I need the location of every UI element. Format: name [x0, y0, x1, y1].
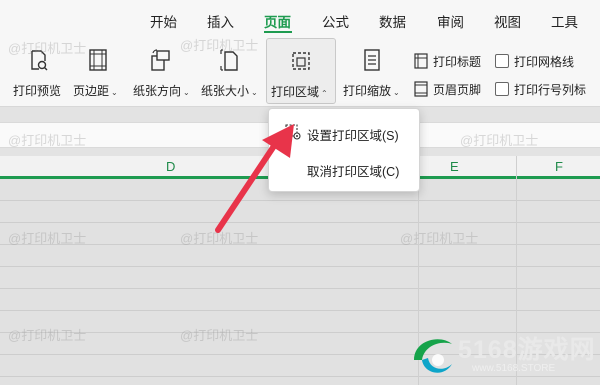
column-header-label: D [166, 159, 176, 174]
logo-icon [414, 339, 452, 373]
column-header-e[interactable]: E [419, 156, 516, 177]
print-titles-label: 打印标题 [433, 54, 482, 69]
print-titles-icon [414, 53, 428, 69]
column-header-label: E [450, 159, 459, 174]
tab-data[interactable]: 数据 [379, 11, 406, 31]
logo-text: 5168游戏网 [458, 336, 596, 364]
site-logo: 5168游戏网 www.5168.STORE [400, 326, 600, 385]
tab-insert[interactable]: 插入 [207, 11, 234, 31]
tab-formulas[interactable]: 公式 [322, 11, 349, 31]
chevron-up-icon: ⌃ [321, 89, 328, 98]
watermark-text: @打印机卫士 [460, 133, 539, 148]
active-tab-indicator [264, 31, 292, 33]
watermark-text: @打印机卫士 [8, 133, 87, 148]
print-area-icon [292, 52, 310, 70]
print-titles-button[interactable]: 打印标题 [413, 51, 481, 71]
checkbox-unchecked-icon[interactable] [495, 82, 509, 96]
print-area-button[interactable]: 打印区域 ⌃ [266, 38, 336, 104]
margins-label: 页边距 [73, 84, 110, 98]
orientation-label: 纸张方向 [133, 84, 182, 98]
ribbon-tab-bar: 开始 插入 页面 公式 数据 审阅 视图 工具 [0, 0, 600, 36]
print-gridlines-label: 打印网格线 [514, 54, 575, 69]
header-footer-label: 页眉页脚 [433, 82, 482, 97]
watermark-text: @打印机卫士 [8, 231, 87, 246]
annotation-arrow-icon [215, 124, 294, 233]
chevron-down-icon: ⌄ [393, 88, 400, 97]
print-row-col-headers-checkbox[interactable]: 打印行号列标 [495, 79, 586, 99]
print-scale-icon [364, 49, 380, 71]
watermark-text: @打印机卫士 [400, 231, 479, 246]
chevron-down-icon: ⌄ [183, 88, 190, 97]
ribbon-page-layout: 打印预览 页边距 ⌄ 纸张方向 ⌄ 纸张大小 ⌄ 打印区域 ⌃ 打印缩放 ⌄ 打… [0, 36, 600, 107]
cancel-print-area-label: 取消打印区域(C) [307, 165, 400, 179]
chevron-down-icon: ⌄ [251, 88, 258, 97]
column-header-f[interactable]: F [517, 156, 600, 177]
margins-icon [89, 49, 107, 71]
column-header-label: F [555, 159, 563, 174]
header-footer-icon [414, 81, 428, 97]
watermark-text: @打印机卫士 [180, 38, 259, 53]
checkbox-unchecked-icon[interactable] [495, 54, 509, 68]
watermark-text: @打印机卫士 [8, 41, 87, 56]
orientation-icon [151, 49, 170, 71]
tab-page[interactable]: 页面 [264, 11, 291, 31]
header-footer-button[interactable]: 页眉页脚 [413, 79, 481, 99]
tab-home[interactable]: 开始 [150, 11, 177, 31]
tab-view[interactable]: 视图 [494, 11, 521, 31]
paper-size-label: 纸张大小 [201, 84, 250, 98]
chevron-down-icon: ⌄ [111, 88, 118, 97]
print-gridlines-checkbox[interactable]: 打印网格线 [495, 51, 574, 71]
logo-url: www.5168.STORE [472, 363, 556, 374]
print-scale-button[interactable]: 打印缩放 ⌄ [340, 36, 404, 104]
watermark-text: @打印机卫士 [180, 328, 259, 343]
print-area-label: 打印区域 [271, 85, 320, 99]
print-row-col-headers-label: 打印行号列标 [514, 82, 587, 97]
tab-review[interactable]: 审阅 [437, 11, 464, 31]
tab-tools[interactable]: 工具 [551, 11, 578, 31]
print-preview-label: 打印预览 [13, 84, 62, 98]
watermark-text: @打印机卫士 [8, 328, 87, 343]
set-print-area-label: 设置打印区域(S) [307, 129, 399, 143]
print-scale-label: 打印缩放 [343, 84, 392, 98]
